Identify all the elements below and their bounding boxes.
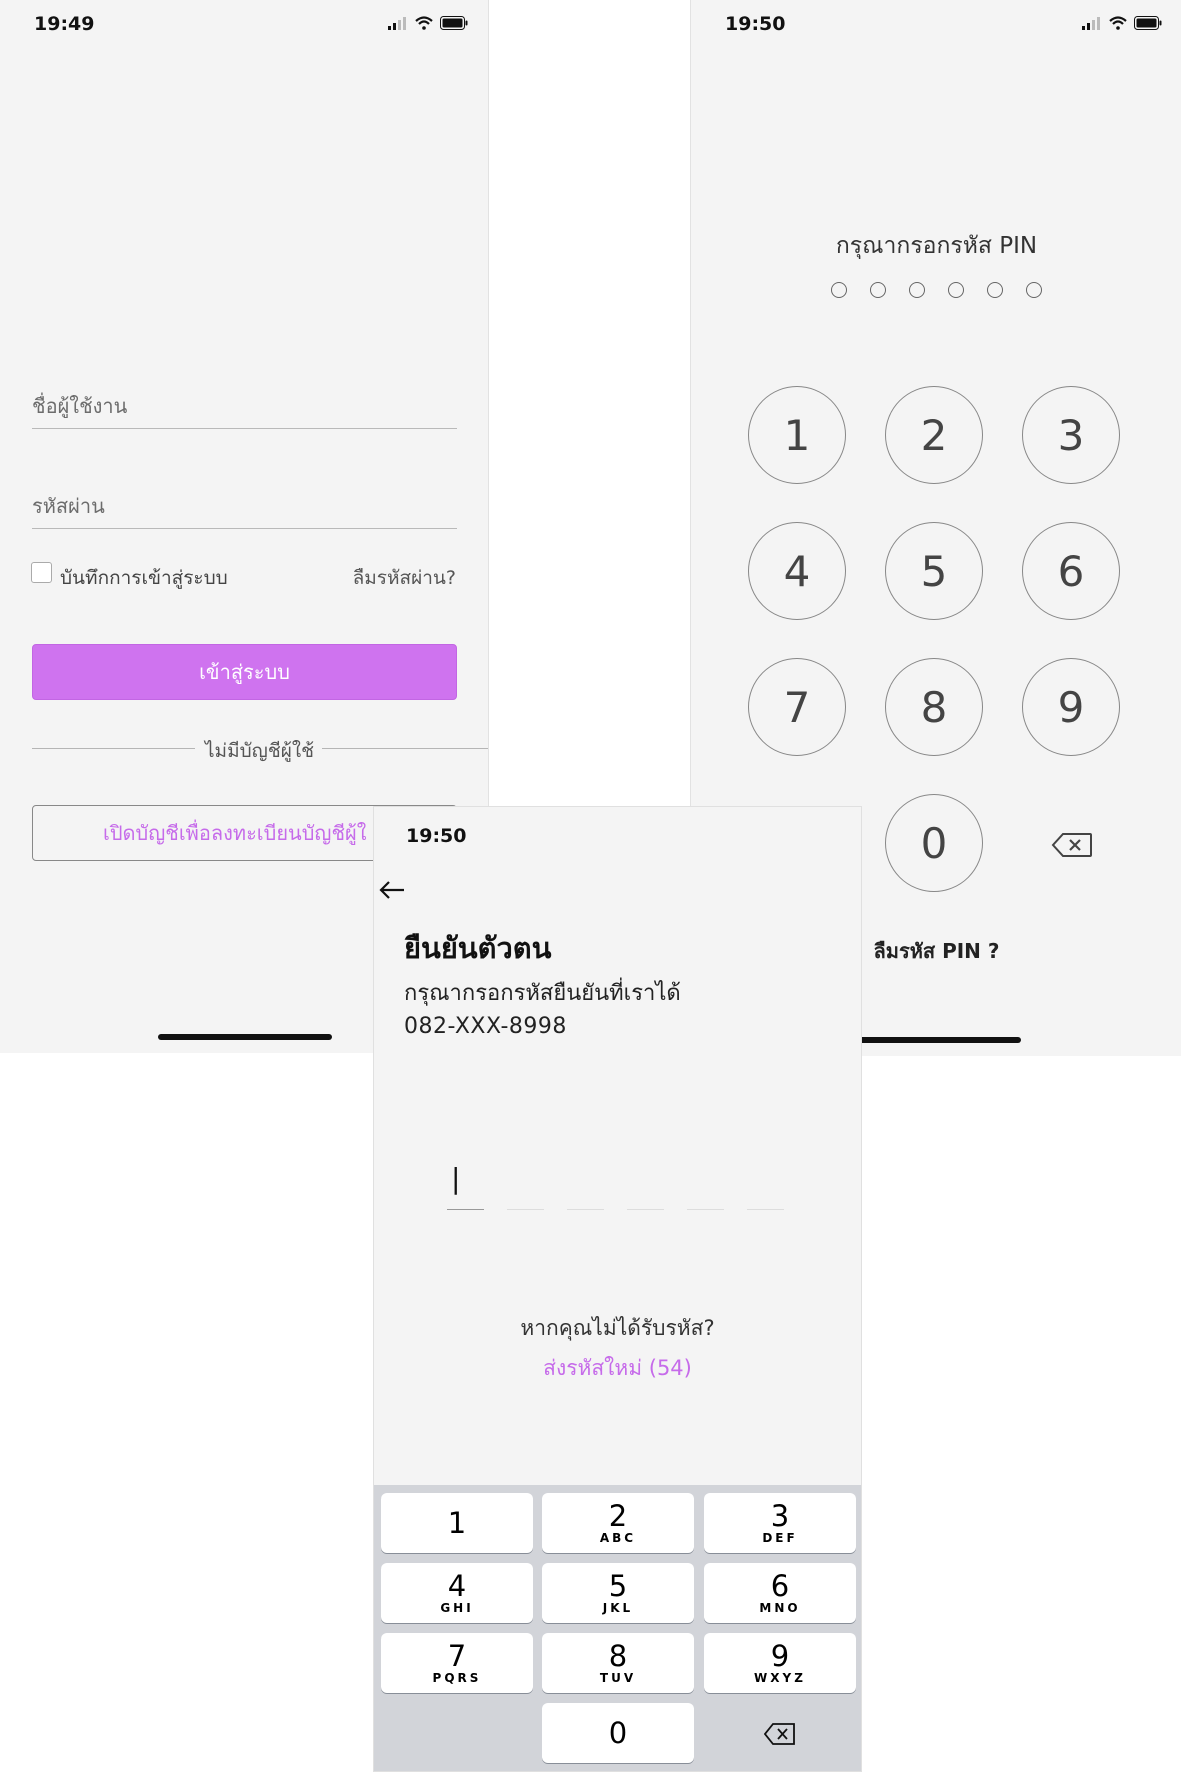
otp-slot-1[interactable] — [447, 1209, 484, 1210]
key-number: 6 — [770, 1569, 790, 1603]
pin-dot — [870, 282, 886, 298]
keyboard-key-5[interactable]: 5 JKL — [542, 1563, 694, 1623]
otp-slot-6[interactable] — [747, 1209, 784, 1210]
key-number: 7 — [447, 1639, 467, 1673]
status-bar: 19:50 — [691, 0, 1181, 50]
login-button[interactable]: เข้าสู่ระบบ — [32, 644, 457, 700]
status-time: 19:50 — [406, 825, 467, 847]
key-letters: PQRS — [432, 1671, 482, 1685]
key-number: 8 — [608, 1639, 628, 1673]
otp-slot-4[interactable] — [627, 1209, 664, 1210]
status-icons — [1082, 16, 1162, 30]
otp-slot-3[interactable] — [567, 1209, 604, 1210]
pin-key-9[interactable]: 9 — [1022, 658, 1120, 756]
pin-title: กรุณากรอกรหัส PIN — [835, 233, 1038, 259]
remember-label: บันทึกการเข้าสู่ระบบ — [60, 567, 228, 589]
key-letters: MNO — [759, 1601, 801, 1615]
keyboard-key-2[interactable]: 2 ABC — [542, 1493, 694, 1553]
key-number: 9 — [770, 1639, 790, 1673]
backspace-icon[interactable] — [1051, 832, 1093, 858]
home-indicator — [846, 1037, 1021, 1043]
otp-title: ยืนยันตัวตน — [404, 931, 552, 965]
battery-icon — [1134, 16, 1162, 30]
otp-slot-5[interactable] — [687, 1209, 724, 1210]
keyboard-key-6[interactable]: 6 MNO — [704, 1563, 856, 1623]
remember-checkbox[interactable] — [31, 562, 52, 583]
status-time: 19:50 — [725, 13, 786, 35]
username-placeholder: ชื่อผู้ใช้งาน — [32, 394, 128, 418]
key-letters: TUV — [599, 1671, 637, 1685]
numeric-keyboard: 1 2 ABC 3 DEF 4 GHI 5 JKL 6 MNO 7 PQRS 8 TUV 9W… — [374, 1485, 861, 1771]
key-number: 2 — [608, 1499, 628, 1533]
key-number: 4 — [447, 1569, 467, 1603]
pin-key-2[interactable]: 2 — [885, 386, 983, 484]
key-letters: GHI — [440, 1601, 474, 1615]
key-number: 3 — [770, 1499, 790, 1533]
pin-dot — [987, 282, 1003, 298]
keyboard-key-4[interactable]: 4 GHI — [381, 1563, 533, 1623]
key-letters: ABC — [599, 1531, 637, 1545]
otp-cursor: | — [451, 1162, 461, 1195]
divider-left — [32, 748, 195, 749]
keyboard-key-9[interactable]: 9 WXYZ — [704, 1633, 856, 1693]
pin-dot — [1026, 282, 1042, 298]
signal-icon — [388, 17, 406, 30]
keyboard-key-1[interactable]: 1 — [381, 1493, 533, 1553]
keyboard-key-0[interactable]: 0 — [542, 1703, 694, 1763]
key-number: 1 — [447, 1506, 467, 1540]
pin-key-0[interactable]: 0 — [885, 794, 983, 892]
pin-dot — [909, 282, 925, 298]
pin-dots — [691, 282, 1181, 298]
pin-dot — [831, 282, 847, 298]
back-arrow-icon[interactable] — [378, 879, 406, 901]
home-indicator — [158, 1034, 332, 1040]
pin-key-4[interactable]: 4 — [748, 522, 846, 620]
login-button-label: เข้าสู่ระบบ — [199, 660, 290, 684]
status-bar: 19:49 — [0, 0, 488, 50]
keyboard-backspace-icon[interactable] — [764, 1723, 796, 1745]
otp-screen: 19:50 ยืนยันตัวตน กรุณากรอกรหัสยืนยันที่… — [373, 806, 862, 1772]
otp-phone: 082-XXX-8998 — [404, 1014, 567, 1039]
key-number: 5 — [608, 1569, 628, 1603]
pin-dot — [948, 282, 964, 298]
keyboard-key-7[interactable]: 7 PQRS — [381, 1633, 533, 1693]
resend-link[interactable]: ส่งรหัสใหม่ (54) — [374, 1352, 861, 1385]
pin-key-5[interactable]: 5 — [885, 522, 983, 620]
otp-subtitle: กรุณากรอกรหัสยืนยันที่เราได้ — [404, 981, 681, 1006]
key-letters: DEF — [762, 1531, 798, 1545]
battery-icon — [440, 16, 468, 30]
pin-key-7[interactable]: 7 — [748, 658, 846, 756]
pin-key-3[interactable]: 3 — [1022, 386, 1120, 484]
key-letters: JKL — [602, 1601, 634, 1615]
divider-right — [322, 748, 488, 749]
forgot-password-link[interactable]: ลืมรหัสผ่าน? — [353, 563, 456, 593]
key-number: 0 — [608, 1716, 628, 1750]
no-account-label: ไม่มีบัญชีผู้ใช้ — [205, 740, 315, 762]
password-placeholder: รหัสผ่าน — [32, 494, 105, 518]
pin-key-1[interactable]: 1 — [748, 386, 846, 484]
open-account-label: เปิดบัญชีเพื่อลงทะเบียนบัญชีผู้ใ — [103, 821, 367, 845]
status-time: 19:49 — [34, 13, 95, 35]
wifi-icon — [1109, 16, 1127, 30]
pin-key-6[interactable]: 6 — [1022, 522, 1120, 620]
pin-key-8[interactable]: 8 — [885, 658, 983, 756]
not-received-label: หากคุณไม่ได้รับรหัส? — [520, 1316, 715, 1340]
keyboard-key-3[interactable]: 3 DEF — [704, 1493, 856, 1553]
password-field[interactable]: รหัสผ่าน — [32, 490, 457, 529]
wifi-icon — [415, 16, 433, 30]
username-field[interactable]: ชื่อผู้ใช้งาน — [32, 390, 457, 429]
keyboard-key-8[interactable]: 8 TUV — [542, 1633, 694, 1693]
key-letters: WXYZ — [754, 1671, 806, 1685]
otp-slot-2[interactable] — [507, 1209, 544, 1210]
signal-icon — [1082, 17, 1100, 30]
status-icons — [388, 16, 468, 30]
